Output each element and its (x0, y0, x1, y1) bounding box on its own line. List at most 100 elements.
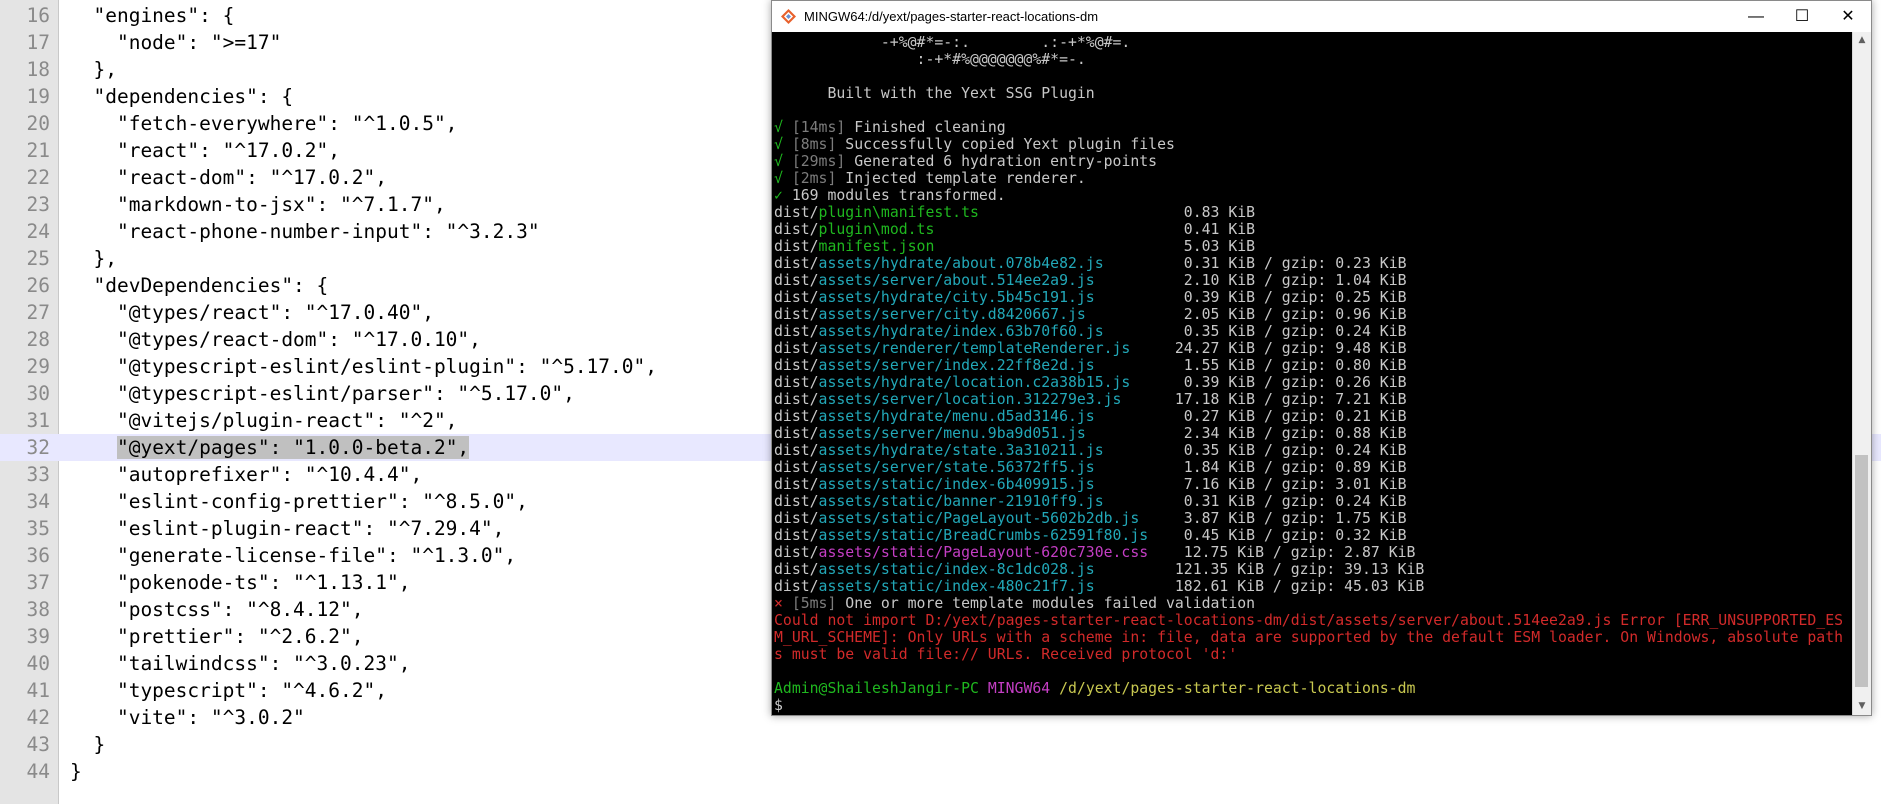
terminal-text: 0.83 KiB (1183, 204, 1256, 221)
maximize-icon[interactable]: ☐ (1779, 1, 1825, 32)
code-text: "engines": { (70, 4, 235, 27)
code-line[interactable]: 43 } (0, 731, 1881, 758)
terminal-line: Built with the Yext SSG Plugin (774, 85, 1095, 102)
terminal-text: 1.84 KiB / gzip: 0.89 KiB (1183, 459, 1407, 476)
terminal-line: -+%@#*=-:. .:-+*%@#=. (774, 34, 1130, 51)
terminal-text: dist/ (774, 323, 819, 340)
code-text: "postcss": "^8.4.12", (70, 598, 364, 621)
terminal-text: 0.27 KiB / gzip: 0.21 KiB (1183, 408, 1407, 425)
terminal-text: assets/renderer/templateRenderer.js (818, 340, 1175, 357)
terminal-line: Could not import D:/yext/pages-starter-r… (774, 612, 1843, 629)
terminal-text: [14ms] (791, 119, 846, 136)
terminal-text: 0.35 KiB / gzip: 0.24 KiB (1183, 323, 1407, 340)
line-number: 44 (26, 760, 50, 783)
terminal-line: dist/assets/hydrate/about.078b4e82.js 0.… (774, 255, 1407, 272)
terminal-text: dist/ (774, 221, 819, 238)
terminal-text: assets/server/index.22ff8e2d.js (818, 357, 1184, 374)
terminal-line: dist/assets/server/city.d8420667.js 2.05… (774, 306, 1407, 323)
terminal-text: dist/ (774, 578, 819, 595)
terminal-title: MINGW64:/d/yext/pages-starter-react-loca… (804, 9, 1099, 24)
terminal-text: assets/hydrate/state.3a310211.js (818, 442, 1184, 459)
terminal-text: 0.39 KiB / gzip: 0.25 KiB (1183, 289, 1407, 306)
code-line[interactable]: 44} (0, 758, 1881, 785)
terminal-text: 5.03 KiB (1183, 238, 1256, 255)
terminal-line: dist/assets/server/location.312279e3.js … (774, 391, 1407, 408)
terminal-text: √ (774, 119, 792, 136)
terminal-text: assets/static/PageLayout-5602b2db.js (818, 510, 1184, 527)
terminal-text: assets/static/index-8c1dc028.js (818, 561, 1175, 578)
terminal-text: Injected template renderer. (836, 170, 1086, 187)
terminal-text: dist/ (774, 527, 819, 544)
terminal-output[interactable]: -+%@#*=-:. .:-+*%@#=. :-+*#%@@@@@@@%#*=-… (772, 32, 1852, 715)
selected-text: "@yext/pages": "1.0.0-beta.2", (116, 436, 470, 459)
minimize-icon[interactable]: — (1733, 1, 1779, 32)
mingw-icon (781, 9, 796, 24)
terminal-line: dist/assets/hydrate/index.63b70f60.js 0.… (774, 323, 1407, 340)
terminal-line: dist/assets/static/index-480c21f7.js 182… (774, 578, 1424, 595)
terminal-text: 169 modules transformed. (791, 187, 1006, 204)
terminal-text: 1.55 KiB / gzip: 0.80 KiB (1183, 357, 1407, 374)
terminal-text: assets/static/banner-21910ff9.js (818, 493, 1184, 510)
terminal-text: dist/ (774, 238, 819, 255)
terminal-line: dist/assets/static/BreadCrumbs-62591f80.… (774, 527, 1407, 544)
terminal-text: 7.16 KiB / gzip: 3.01 KiB (1183, 476, 1407, 493)
terminal-line: × [5ms] One or more template modules fai… (774, 595, 1255, 612)
terminal-titlebar[interactable]: MINGW64:/d/yext/pages-starter-react-loca… (772, 1, 1871, 32)
terminal-text: Could not import D:/yext/pages-starter-r… (774, 612, 1844, 629)
terminal-text: assets/static/BreadCrumbs-62591f80.js (818, 527, 1184, 544)
line-number: 32 (26, 436, 50, 459)
code-text: "devDependencies": { (70, 274, 329, 297)
terminal-text: assets/server/location.312279e3.js (818, 391, 1175, 408)
terminal-text: $ (774, 697, 783, 714)
terminal-text: dist/ (774, 544, 819, 561)
terminal-line: dist/assets/static/banner-21910ff9.js 0.… (774, 493, 1407, 510)
close-icon[interactable]: ✕ (1825, 1, 1871, 32)
terminal-line: M_URL_SCHEME]: Only URLs with a scheme i… (774, 629, 1843, 646)
line-number: 22 (26, 166, 50, 189)
terminal-text: [2ms] (791, 170, 837, 187)
terminal-text: assets/static/PageLayout-620c730e.css (818, 544, 1184, 561)
terminal-text: dist/ (774, 272, 819, 289)
code-text: "fetch-everywhere": "^1.0.5", (70, 112, 458, 135)
terminal-text: [5ms] (791, 595, 837, 612)
terminal-text: dist/ (774, 408, 819, 425)
code-text: "@yext/pages": "1.0.0-beta.2", (70, 434, 470, 461)
terminal-text: assets/hydrate/menu.d5ad3146.js (818, 408, 1184, 425)
terminal-text: dist/ (774, 493, 819, 510)
terminal-text: Admin@ShaileshJangir-PC (774, 680, 979, 697)
terminal-line: :-+*#%@@@@@@@%#*=-. (774, 51, 1086, 68)
terminal-text: dist/ (774, 357, 819, 374)
line-number: 18 (26, 58, 50, 81)
code-text: } (70, 760, 82, 783)
terminal-scrollbar[interactable]: ▲ ▼ (1852, 32, 1871, 715)
terminal-line: dist/assets/hydrate/city.5b45c191.js 0.3… (774, 289, 1407, 306)
terminal-text: s must be valid file:// URLs. Received p… (774, 646, 1238, 663)
code-text: "@types/react-dom": "^17.0.10", (70, 328, 481, 351)
terminal-text: 0.45 KiB / gzip: 0.32 KiB (1183, 527, 1407, 544)
terminal-window[interactable]: MINGW64:/d/yext/pages-starter-react-loca… (771, 0, 1872, 716)
terminal-text: dist/ (774, 391, 819, 408)
scroll-up-icon[interactable]: ▲ (1853, 32, 1871, 49)
terminal-text: M_URL_SCHEME]: Only URLs with a scheme i… (774, 629, 1844, 646)
terminal-text: dist/ (774, 340, 819, 357)
scrollbar-thumb[interactable] (1855, 455, 1868, 687)
line-number: 20 (26, 112, 50, 135)
terminal-text: Built with the Yext SSG Plugin (774, 85, 1095, 102)
scroll-down-icon[interactable]: ▼ (1853, 698, 1871, 715)
terminal-text: dist/ (774, 476, 819, 493)
line-number: 24 (26, 220, 50, 243)
line-number: 35 (26, 517, 50, 540)
terminal-text: One or more template modules failed vali… (836, 595, 1256, 612)
terminal-line: dist/assets/static/index-8c1dc028.js 121… (774, 561, 1424, 578)
code-text: "pokenode-ts": "^1.13.1", (70, 571, 411, 594)
code-text: "node": ">=17" (70, 31, 282, 54)
terminal-text: assets/static/index-6b409915.js (818, 476, 1184, 493)
line-number: 17 (26, 31, 50, 54)
code-text: "tailwindcss": "^3.0.23", (70, 652, 411, 675)
line-number: 31 (26, 409, 50, 432)
terminal-text: manifest.json (818, 238, 1184, 255)
terminal-line: √ [29ms] Generated 6 hydration entry-poi… (774, 153, 1157, 170)
terminal-text: 0.31 KiB / gzip: 0.24 KiB (1183, 493, 1407, 510)
terminal-text: assets/hydrate/about.078b4e82.js (818, 255, 1184, 272)
line-number: 27 (26, 301, 50, 324)
